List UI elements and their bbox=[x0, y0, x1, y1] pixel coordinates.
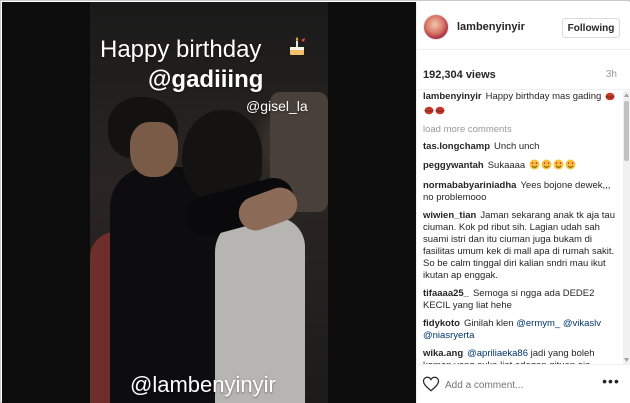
post-footer: ••• bbox=[417, 364, 630, 403]
heart-icon[interactable] bbox=[422, 375, 440, 393]
comment-text: Sukaaaa bbox=[487, 160, 526, 171]
heart-eyes-icon bbox=[565, 159, 576, 174]
add-comment-input[interactable] bbox=[445, 376, 595, 394]
comment-text: Unch unch bbox=[494, 141, 540, 152]
mention-link[interactable]: @apriliaeka86 bbox=[467, 348, 528, 359]
man-face bbox=[130, 122, 178, 177]
comment-username[interactable]: fidykoto bbox=[423, 318, 460, 329]
list-item: peggywantah Sukaaaa bbox=[423, 159, 617, 174]
comments-scrollbar[interactable] bbox=[623, 91, 630, 364]
mention-link[interactable]: @vikaslv bbox=[563, 318, 601, 329]
cake-icon bbox=[290, 37, 305, 55]
avatar[interactable] bbox=[423, 14, 449, 40]
list-item: wika.ang@apriliaeka86 jadi yang boleh ko… bbox=[423, 348, 617, 364]
story-caption-line1: Happy birthday bbox=[100, 36, 262, 63]
header-username[interactable]: lambenyinyir bbox=[457, 21, 525, 33]
post-stats: 192,304 views 3h bbox=[417, 50, 630, 90]
post-time[interactable]: 3h bbox=[606, 69, 617, 80]
heart-eyes-icon bbox=[529, 159, 540, 174]
mention-link[interactable]: @niasryerta bbox=[423, 330, 474, 341]
list-item: tifaaaa25_ Semoga si ngga ada DEDE2 KECIL… bbox=[423, 288, 617, 312]
comment-username[interactable]: wika.ang bbox=[423, 348, 463, 359]
mention-link[interactable]: @ermym_ bbox=[516, 318, 560, 329]
caption-comment: lambenyinyir Happy birthday mas gading bbox=[423, 91, 617, 119]
view-count: 192,304 views bbox=[423, 69, 496, 81]
comment-username[interactable]: normababyariniadha bbox=[423, 180, 516, 191]
story-watermark: @lambenyinyir bbox=[130, 372, 276, 397]
comment-username[interactable]: peggywantah bbox=[423, 160, 484, 171]
post-modal: Happy birthday @gadiiing @gisel_la @lamb… bbox=[0, 0, 630, 403]
comment-username[interactable]: lambenyinyir bbox=[423, 91, 482, 102]
heart-eyes-icon bbox=[553, 159, 564, 174]
list-item: tas.longchamp Unch unch bbox=[423, 141, 617, 153]
comment-username[interactable]: wiwien_tian bbox=[423, 210, 476, 221]
scroll-down-arrow-icon[interactable] bbox=[623, 356, 630, 364]
list-item: normababyariniadha Yees bojone dewek,,, n… bbox=[423, 180, 617, 204]
comment-list[interactable]: lambenyinyir Happy birthday mas gading lo… bbox=[417, 91, 623, 364]
more-icon[interactable]: ••• bbox=[601, 374, 621, 392]
list-item: wiwien_tian Jaman sekarang anak tk aja ta… bbox=[423, 210, 617, 282]
lips-icon bbox=[435, 106, 445, 119]
scrollbar-thumb[interactable] bbox=[624, 101, 629, 161]
comment-username[interactable]: tas.longchamp bbox=[423, 141, 490, 152]
comment-text: Happy birthday mas gading bbox=[485, 91, 602, 102]
lips-icon bbox=[424, 106, 434, 119]
following-button[interactable]: Following bbox=[562, 18, 620, 38]
story-tag: @gisel_la bbox=[246, 98, 308, 114]
post-side-panel: lambenyinyir Following 192,304 views 3h … bbox=[416, 2, 630, 403]
comment-username[interactable]: tifaaaa25_ bbox=[423, 288, 469, 299]
load-more-comments-link[interactable]: load more comments bbox=[423, 124, 617, 135]
comment-text: Ginilah klen bbox=[463, 318, 514, 329]
heart-eyes-icon bbox=[541, 159, 552, 174]
story-caption-line2: @gadiiing bbox=[148, 66, 264, 93]
list-item: fidykoto Ginilah klen @ermym_ @vikaslv @n… bbox=[423, 318, 617, 342]
lips-icon bbox=[605, 92, 615, 105]
post-header: lambenyinyir Following bbox=[417, 2, 630, 50]
story-video-area[interactable]: Happy birthday @gadiiing @gisel_la @lamb… bbox=[2, 2, 416, 403]
scroll-up-arrow-icon[interactable] bbox=[623, 91, 630, 99]
